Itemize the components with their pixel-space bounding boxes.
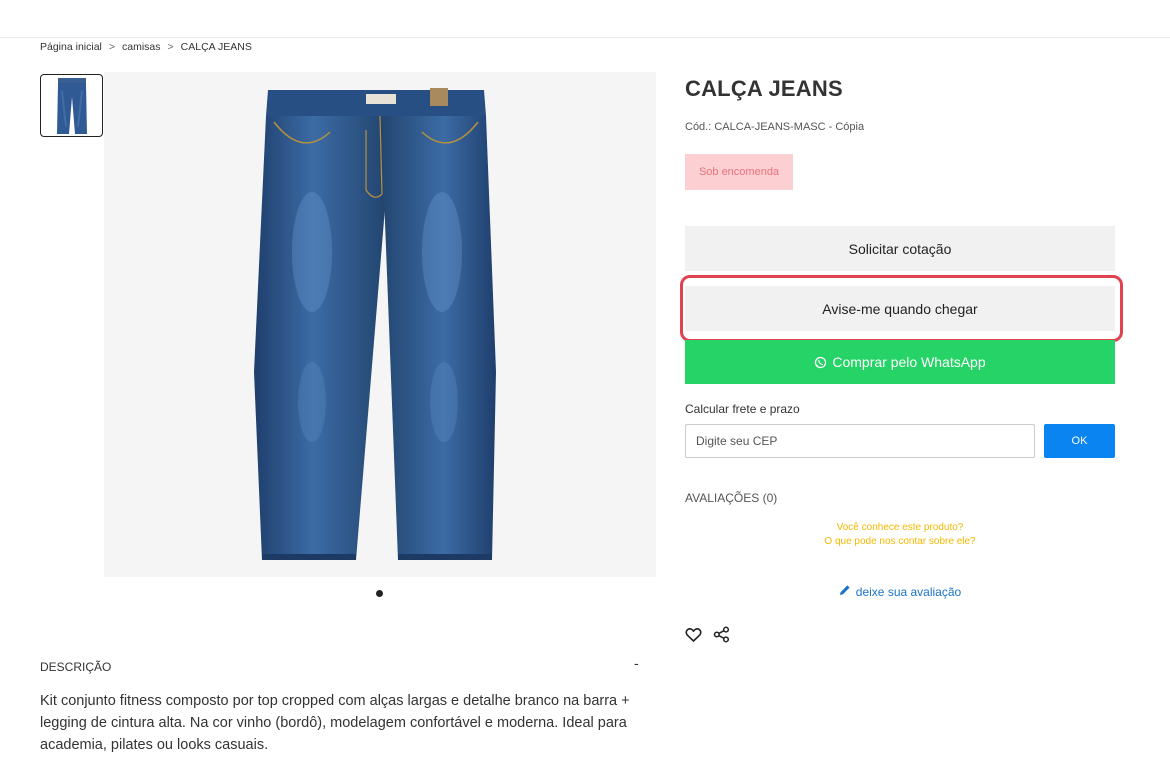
jeans-product-photo-icon [254, 88, 496, 560]
gallery-dot-indicator[interactable] [376, 590, 383, 597]
buy-whatsapp-button[interactable]: Comprar pelo WhatsApp [685, 340, 1115, 384]
write-review-link[interactable]: deixe sua avaliação [685, 584, 1115, 599]
heart-icon[interactable] [685, 627, 702, 643]
cep-input[interactable] [685, 424, 1035, 458]
jeans-thumbnail-icon [56, 77, 87, 134]
notify-me-button[interactable]: Avise-me quando chegar [685, 286, 1115, 331]
top-bar [0, 0, 1170, 38]
breadcrumb-category-link[interactable]: camisas [122, 41, 161, 53]
description-header: DESCRIÇÃO [40, 660, 112, 674]
reviews-prompt: Você conhece este produto? O que pode no… [685, 521, 1115, 549]
description-collapse-toggle[interactable]: - [634, 655, 639, 671]
description-text: Kit conjunto fitness composto por top cr… [40, 693, 630, 753]
reviews-prompt-line1: Você conhece este produto? [836, 522, 964, 533]
product-thumbnail[interactable] [40, 74, 103, 137]
cep-ok-button[interactable]: OK [1044, 424, 1115, 458]
breadcrumb-separator: > [108, 41, 116, 53]
breadcrumb: Página inicial > camisas > CALÇA JEANS [40, 41, 252, 53]
write-review-label: deixe sua avaliação [855, 584, 962, 599]
product-code: Cód.: CALCA-JEANS-MASC - Cópia [685, 121, 865, 133]
request-quote-button[interactable]: Solicitar cotação [685, 226, 1115, 271]
reviews-prompt-line2: O que pode nos contar sobre ele? [824, 536, 976, 547]
availability-badge: Sob encomenda [685, 154, 793, 190]
pencil-icon [839, 584, 851, 599]
whatsapp-icon [814, 356, 827, 369]
reviews-title: AVALIAÇÕES (0) [685, 491, 778, 505]
share-icon[interactable] [713, 626, 730, 643]
shipping-label: Calcular frete e prazo [685, 402, 800, 416]
buy-whatsapp-label: Comprar pelo WhatsApp [832, 354, 986, 370]
breadcrumb-current: CALÇA JEANS [180, 41, 252, 53]
breadcrumb-separator: > [167, 41, 174, 53]
product-main-image[interactable] [104, 72, 656, 577]
product-title: CALÇA JEANS [685, 76, 843, 101]
breadcrumb-home-link[interactable]: Página inicial [40, 41, 102, 53]
